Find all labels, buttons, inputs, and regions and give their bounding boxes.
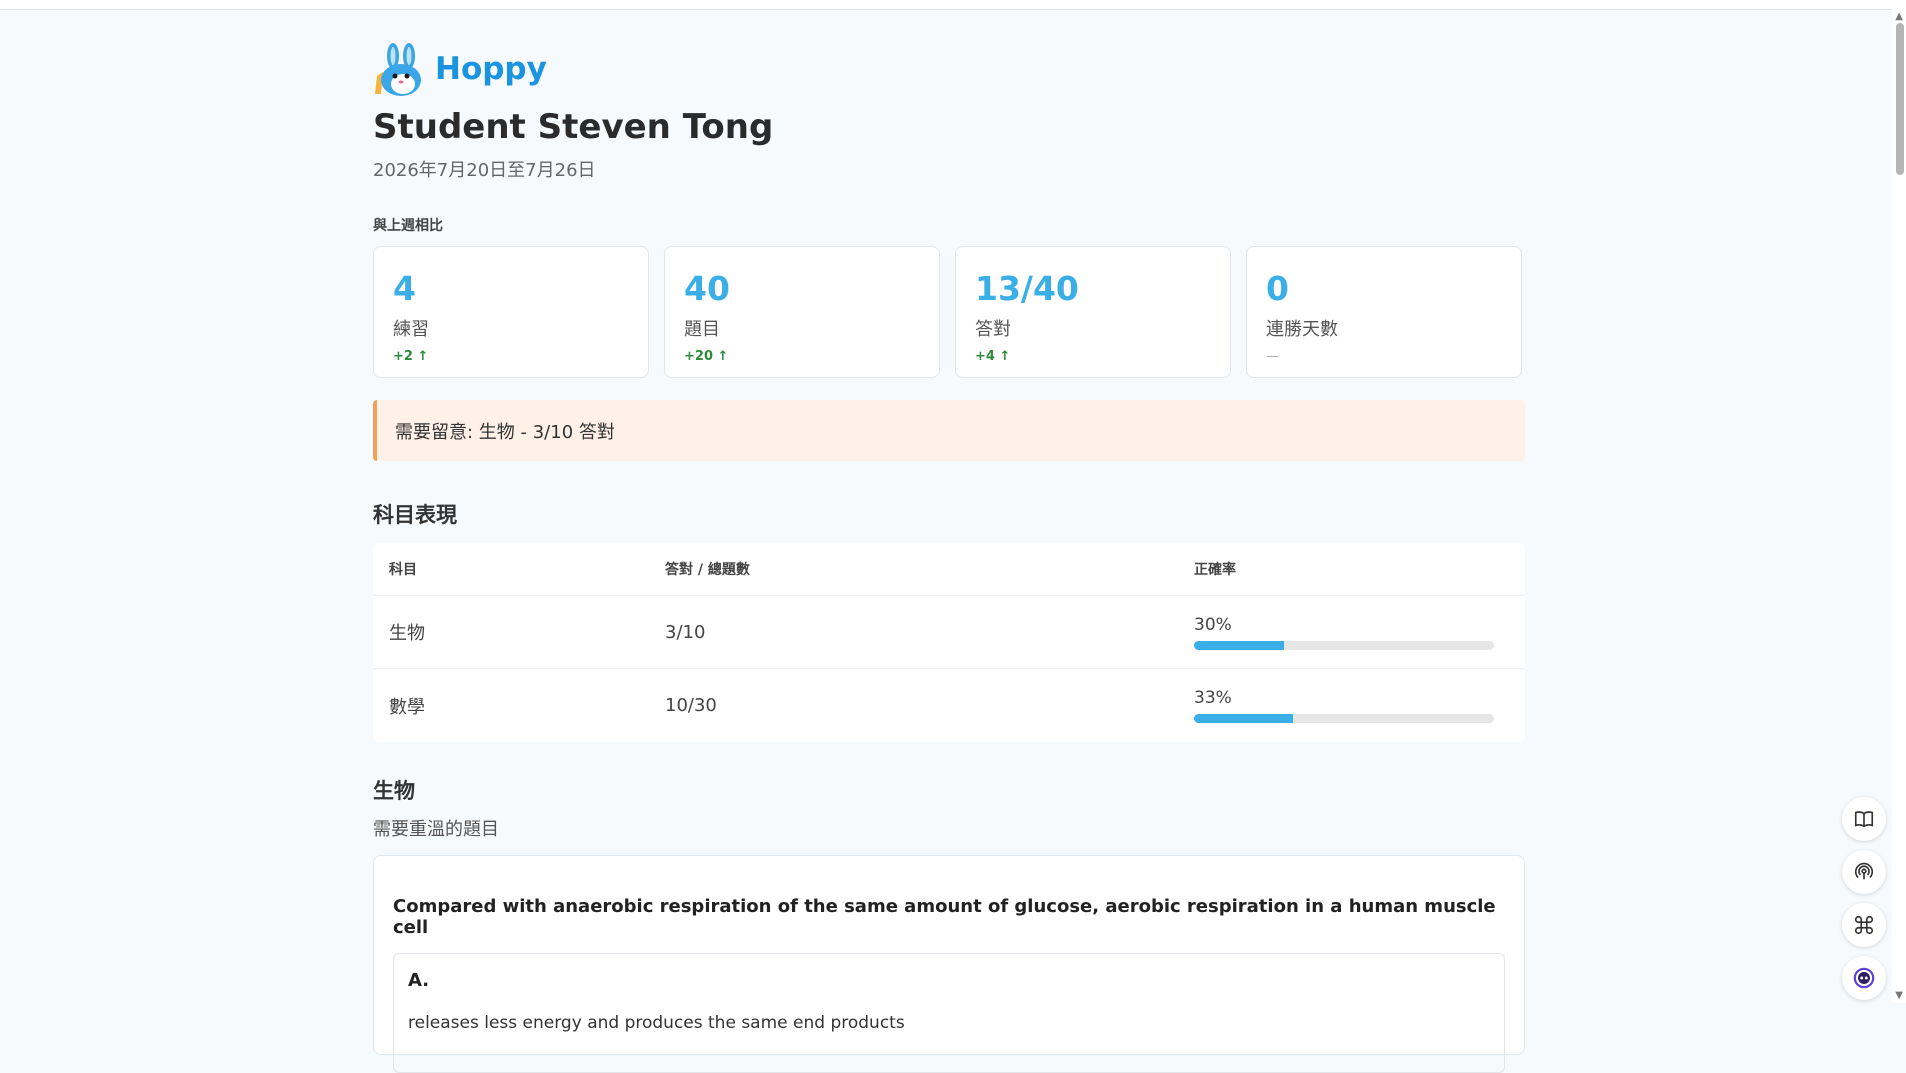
subject-cell: 生物: [389, 623, 425, 644]
stat-label: 練習: [393, 319, 429, 340]
stat-card-practice: 4 練習 +2 ↑: [373, 246, 649, 378]
section-title-performance: 科目表現: [373, 503, 457, 527]
podcast-icon: [1854, 862, 1874, 880]
table-row: 數學 10/30 33%: [373, 669, 1525, 742]
table-row: 生物 3/10 30%: [373, 596, 1525, 669]
scrollbar[interactable]: ▲ ▼: [1892, 9, 1906, 1003]
brand-name: Hoppy: [435, 51, 547, 87]
question-text: Compared with anaerobic respiration of t…: [393, 896, 1496, 938]
accuracy-bar-fill: [1194, 714, 1293, 723]
accuracy-label: 33%: [1194, 688, 1232, 708]
column-header-score: 答對 / 總題數: [665, 562, 750, 578]
podcast-button[interactable]: [1842, 850, 1886, 894]
accuracy-cell: 33%: [1194, 688, 1494, 723]
book-button[interactable]: [1842, 797, 1886, 841]
stat-delta: +20 ↑: [684, 349, 729, 364]
page-title: Student Steven Tong: [373, 107, 774, 147]
accuracy-cell: 30%: [1194, 615, 1494, 650]
brand-header: Hoppy: [373, 42, 1525, 96]
browser-top-edge: [0, 0, 1906, 10]
hoppy-logo-icon: [375, 43, 421, 96]
question-card: Compared with anaerobic respiration of t…: [373, 855, 1525, 1073]
column-header-subject: 科目: [389, 562, 417, 578]
table-header: 科目 答對 / 總題數 正確率: [373, 543, 1525, 596]
stat-value: 4: [393, 269, 416, 308]
assistant-icon: [1853, 967, 1875, 989]
subject-cell: 數學: [389, 696, 425, 718]
option-letter: A.: [408, 970, 430, 991]
stat-card-questions: 40 題目 +20 ↑: [664, 246, 940, 378]
report-container: Hoppy Student Steven Tong 2026年7月20日至7月2…: [373, 42, 1525, 1073]
command-icon: [1854, 915, 1874, 935]
stat-value: 13/40: [975, 269, 1079, 308]
stat-card-streak: 0 連勝天數 —: [1246, 246, 1522, 378]
column-header-accuracy: 正確率: [1194, 562, 1236, 578]
assistant-button[interactable]: [1842, 956, 1886, 1000]
book-icon: [1854, 811, 1874, 828]
review-subtitle: 需要重溫的題目: [373, 819, 499, 840]
answer-option[interactable]: A. releases less energy and produces the…: [393, 953, 1505, 1073]
stat-label: 答對: [975, 319, 1011, 340]
score-cell: 3/10: [665, 621, 706, 643]
date-range: 2026年7月20日至7月26日: [373, 160, 596, 181]
performance-table: 科目 答對 / 總題數 正確率 生物 3/10 30% 數學 10/30 33%: [373, 543, 1525, 742]
command-button[interactable]: [1842, 903, 1886, 947]
stat-card-correct: 13/40 答對 +4 ↑: [955, 246, 1231, 378]
stat-label: 連勝天數: [1266, 319, 1338, 340]
score-cell: 10/30: [665, 695, 717, 716]
accuracy-bar: [1194, 640, 1494, 650]
attention-alert: 需要留意: 生物 - 3/10 答對: [373, 400, 1525, 461]
scroll-down-arrow-icon[interactable]: ▼: [1895, 990, 1903, 1001]
accuracy-bar-fill: [1194, 640, 1284, 650]
stat-delta: —: [1266, 349, 1279, 364]
stat-value: 40: [684, 269, 730, 308]
accuracy-label: 30%: [1194, 614, 1232, 635]
scrollbar-thumb[interactable]: [1896, 23, 1904, 175]
stat-value: 0: [1266, 269, 1289, 308]
stat-delta: +2 ↑: [393, 349, 429, 364]
stat-label: 題目: [684, 319, 720, 340]
stats-cards: 4 練習 +2 ↑ 40 題目 +20 ↑ 13/40 答對 +4 ↑ 0 連勝…: [373, 246, 1525, 378]
stat-delta: +4 ↑: [975, 349, 1011, 364]
scroll-up-arrow-icon[interactable]: ▲: [1895, 11, 1903, 22]
accuracy-bar: [1194, 714, 1494, 723]
option-text: releases less energy and produces the sa…: [408, 1013, 905, 1033]
compare-label: 與上週相比: [373, 218, 443, 234]
section-title-biology: 生物: [373, 779, 415, 803]
